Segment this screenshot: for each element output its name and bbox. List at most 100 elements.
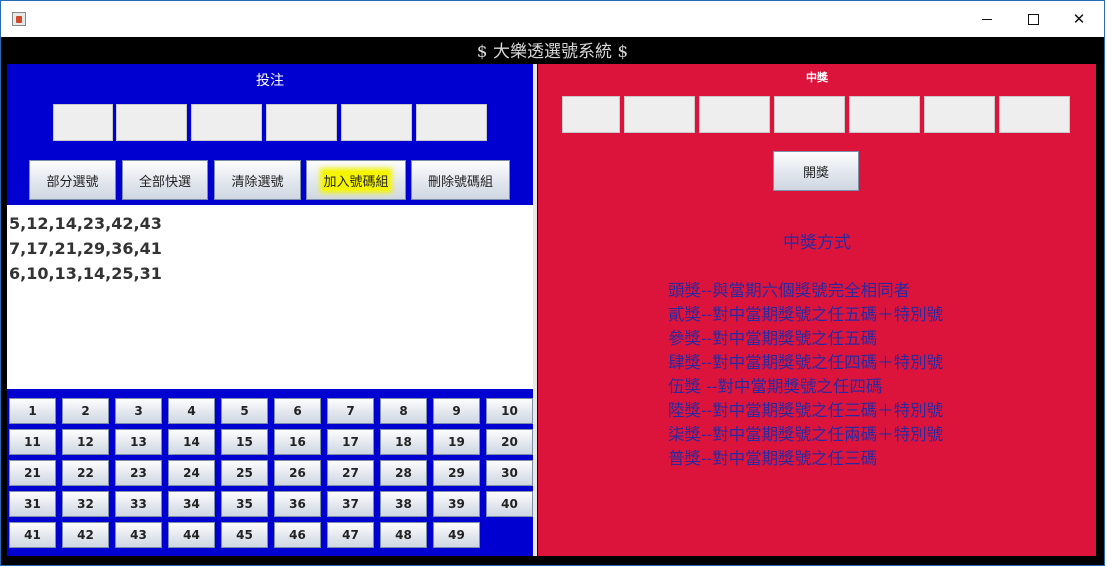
number-button-35[interactable]: 35 (221, 491, 268, 517)
app-header: $ 大樂透選號系統 $ (1, 37, 1104, 65)
maximize-button[interactable] (1010, 1, 1056, 37)
number-button-48[interactable]: 48 (380, 522, 427, 548)
number-button-4[interactable]: 4 (168, 398, 215, 424)
number-button-10[interactable]: 10 (486, 398, 533, 424)
bet-slot (416, 104, 487, 141)
combination-item[interactable]: 6,10,13,14,25,31 (9, 264, 162, 283)
number-button-29[interactable]: 29 (433, 460, 480, 486)
number-button-1[interactable]: 1 (9, 398, 56, 424)
bet-slot (191, 104, 262, 141)
number-button-39[interactable]: 39 (433, 491, 480, 517)
prize-rule: 伍獎 --對中當期獎號之任四碼 (668, 377, 883, 396)
number-button-11[interactable]: 11 (9, 429, 56, 455)
number-button-19[interactable]: 19 (433, 429, 480, 455)
number-button-14[interactable]: 14 (168, 429, 215, 455)
number-button-46[interactable]: 46 (274, 522, 321, 548)
prize-rule: 肆獎--對中當期獎號之任四碼＋特別號 (668, 353, 944, 372)
number-button-42[interactable]: 42 (62, 522, 109, 548)
number-button-2[interactable]: 2 (62, 398, 109, 424)
clear-picks-button[interactable]: 清除選號 (214, 160, 301, 200)
number-button-25[interactable]: 25 (221, 460, 268, 486)
minimize-button[interactable] (964, 1, 1010, 37)
combination-list[interactable]: 5,12,14,23,42,43 7,17,21,29,36,41 6,10,1… (7, 205, 533, 389)
draw-slot (562, 96, 620, 133)
number-button-23[interactable]: 23 (115, 460, 162, 486)
prize-rule: 貳獎--對中當期獎號之任五碼＋特別號 (668, 305, 944, 324)
bet-panel-title: 投注 (256, 73, 284, 89)
minimize-icon (982, 18, 992, 20)
special-number-slot (999, 96, 1070, 133)
prize-rule: 頭獎--與當期六個獎號完全相同者 (668, 281, 911, 300)
number-button-36[interactable]: 36 (274, 491, 321, 517)
number-button-32[interactable]: 32 (62, 491, 109, 517)
prize-rule: 參獎--對中當期獎號之任五碼 (668, 329, 878, 348)
close-icon: ✕ (1072, 10, 1086, 28)
number-button-21[interactable]: 21 (9, 460, 56, 486)
combination-item[interactable]: 5,12,14,23,42,43 (9, 214, 162, 233)
number-button-5[interactable]: 5 (221, 398, 268, 424)
draw-slot (924, 96, 995, 133)
number-button-44[interactable]: 44 (168, 522, 215, 548)
add-combination-button[interactable]: 加入號碼組 (306, 160, 406, 200)
close-button[interactable]: ✕ (1056, 1, 1102, 37)
number-button-40[interactable]: 40 (486, 491, 533, 517)
number-button-34[interactable]: 34 (168, 491, 215, 517)
number-button-18[interactable]: 18 (380, 429, 427, 455)
add-combination-label: 加入號碼組 (323, 170, 389, 190)
number-button-43[interactable]: 43 (115, 522, 162, 548)
number-button-16[interactable]: 16 (274, 429, 321, 455)
title-bar: ✕ (1, 1, 1104, 37)
number-button-31[interactable]: 31 (9, 491, 56, 517)
number-button-49[interactable]: 49 (433, 522, 480, 548)
number-button-33[interactable]: 33 (115, 491, 162, 517)
bet-slot (266, 104, 337, 141)
bet-slot (116, 104, 187, 141)
number-button-24[interactable]: 24 (168, 460, 215, 486)
bet-panel: 投注 部分選號 全部快選 清除選號 加入號碼組 刪除號碼組 5,12,14,23… (7, 64, 533, 556)
draw-button[interactable]: 開獎 (773, 151, 859, 191)
prize-rule: 陸獎--對中當期獎號之任三碼＋特別號 (668, 401, 944, 420)
number-button-17[interactable]: 17 (327, 429, 374, 455)
combination-item[interactable]: 7,17,21,29,36,41 (9, 239, 162, 258)
draw-slot (774, 96, 845, 133)
number-button-47[interactable]: 47 (327, 522, 374, 548)
number-button-13[interactable]: 13 (115, 429, 162, 455)
number-button-38[interactable]: 38 (380, 491, 427, 517)
number-button-30[interactable]: 30 (486, 460, 533, 486)
number-button-22[interactable]: 22 (62, 460, 109, 486)
number-button-26[interactable]: 26 (274, 460, 321, 486)
prize-rule: 柒獎--對中當期獎號之任兩碼＋特別號 (668, 425, 944, 444)
prize-panel-title: 中獎 (806, 71, 828, 84)
prize-rules-title: 中獎方式 (783, 233, 851, 253)
number-button-3[interactable]: 3 (115, 398, 162, 424)
number-button-27[interactable]: 27 (327, 460, 374, 486)
draw-slot (849, 96, 920, 133)
draw-slot (699, 96, 770, 133)
number-button-20[interactable]: 20 (486, 429, 533, 455)
number-button-9[interactable]: 9 (433, 398, 480, 424)
partial-pick-label: 部分選號 (46, 174, 99, 190)
java-cup-icon (12, 12, 26, 26)
number-button-12[interactable]: 12 (62, 429, 109, 455)
number-button-15[interactable]: 15 (221, 429, 268, 455)
number-button-41[interactable]: 41 (9, 522, 56, 548)
number-button-8[interactable]: 8 (380, 398, 427, 424)
prize-panel: 中獎 開獎 中獎方式 頭獎--與當期六個獎號完全相同者 貳獎--對中當期獎號之任… (538, 64, 1096, 556)
partial-pick-button[interactable]: 部分選號 (29, 160, 116, 200)
bet-slot (53, 104, 113, 141)
delete-combination-label: 刪除號碼組 (427, 174, 493, 190)
clear-picks-label: 清除選號 (231, 174, 284, 190)
quick-pick-all-label: 全部快選 (138, 174, 191, 190)
number-button-37[interactable]: 37 (327, 491, 374, 517)
maximize-icon (1027, 13, 1039, 25)
bet-slot (341, 104, 412, 141)
panel-divider (533, 64, 537, 556)
number-button-28[interactable]: 28 (380, 460, 427, 486)
number-button-7[interactable]: 7 (327, 398, 374, 424)
draw-button-label: 開獎 (802, 165, 829, 181)
quick-pick-all-button[interactable]: 全部快選 (122, 160, 208, 200)
delete-combination-button[interactable]: 刪除號碼組 (411, 160, 510, 200)
draw-slot (624, 96, 695, 133)
number-button-6[interactable]: 6 (274, 398, 321, 424)
number-button-45[interactable]: 45 (221, 522, 268, 548)
